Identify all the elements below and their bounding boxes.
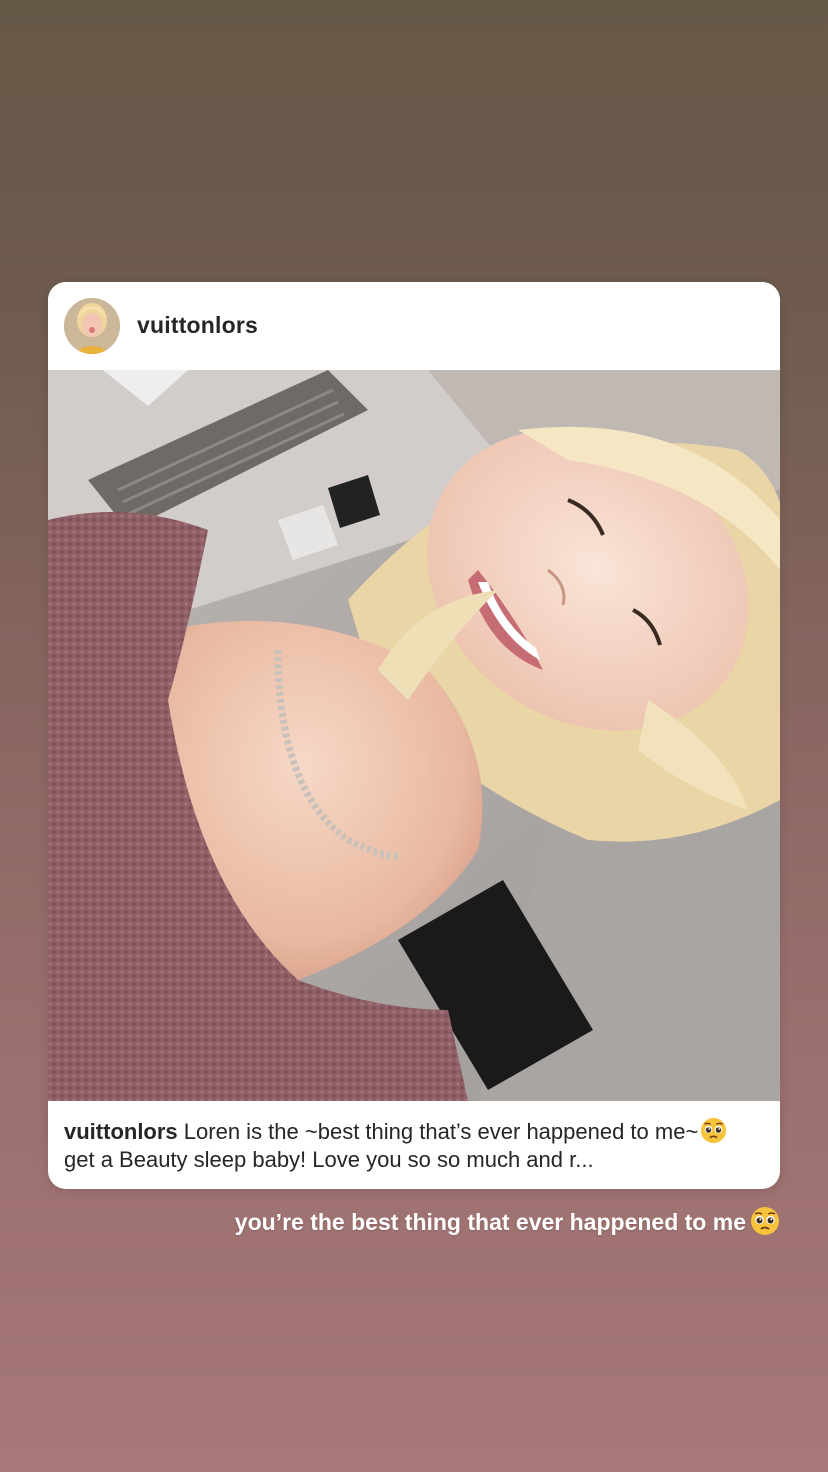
post-username[interactable]: vuittonlors <box>137 312 258 339</box>
avatar[interactable] <box>64 298 120 354</box>
post-photo[interactable] <box>48 370 780 1101</box>
shared-post-card[interactable]: vuittonlors vuittonlors Loren is the ~be… <box>48 282 780 1189</box>
caption-text-post-emoji: get a Beauty sleep baby! Love you so so … <box>64 1147 594 1172</box>
story-caption-text: you’re the best thing that ever happened… <box>235 1206 782 1236</box>
pleading-face-emoji-icon <box>700 1117 727 1144</box>
pleading-face-emoji-icon <box>750 1206 780 1236</box>
caption-text-line1: Loren is the ~best thing that’s ever hap… <box>183 1119 649 1144</box>
story-caption-label: you’re the best thing that ever happened… <box>234 1209 746 1235</box>
post-caption[interactable]: vuittonlors Loren is the ~best thing tha… <box>64 1117 764 1174</box>
caption-username[interactable]: vuittonlors <box>64 1119 178 1144</box>
caption-text-pre-emoji: me~ <box>654 1119 699 1144</box>
post-header: vuittonlors <box>48 282 780 370</box>
